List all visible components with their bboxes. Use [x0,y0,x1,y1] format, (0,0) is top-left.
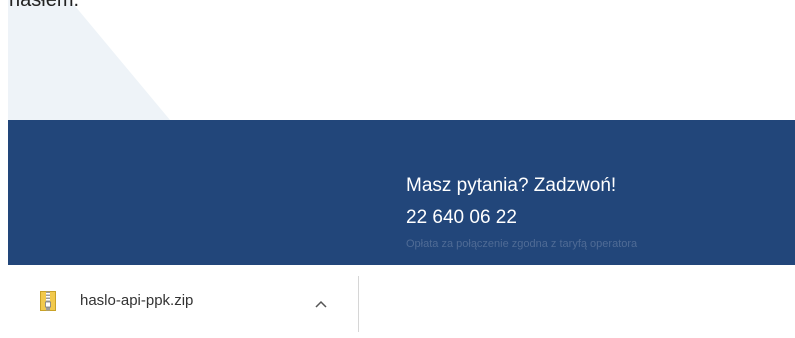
shelf-divider [358,276,359,332]
download-shelf: haslo-api-ppk.zip [0,265,795,338]
contact-question: Masz pytania? Zadzwoń! [406,175,617,196]
download-item[interactable]: haslo-api-ppk.zip [26,279,346,323]
call-cost-note: Opłata za połączenie zgodna z taryfą ope… [406,238,638,250]
cropped-email-text: hasłem. [9,0,80,11]
decorative-shape [8,0,170,120]
contact-phone-number[interactable]: 22 640 06 22 [406,207,517,229]
download-options-button[interactable] [308,291,334,317]
download-file-name: haslo-api-ppk.zip [80,292,194,309]
zip-file-icon [40,291,56,311]
chevron-up-icon [315,300,327,308]
footer-contact-band: Masz pytania? Zadzwoń! 22 640 06 22 Opła… [8,120,795,265]
page: hasłem. Masz pytania? Zadzwoń! 22 640 06… [0,0,795,338]
email-content-area: hasłem. [0,0,795,120]
